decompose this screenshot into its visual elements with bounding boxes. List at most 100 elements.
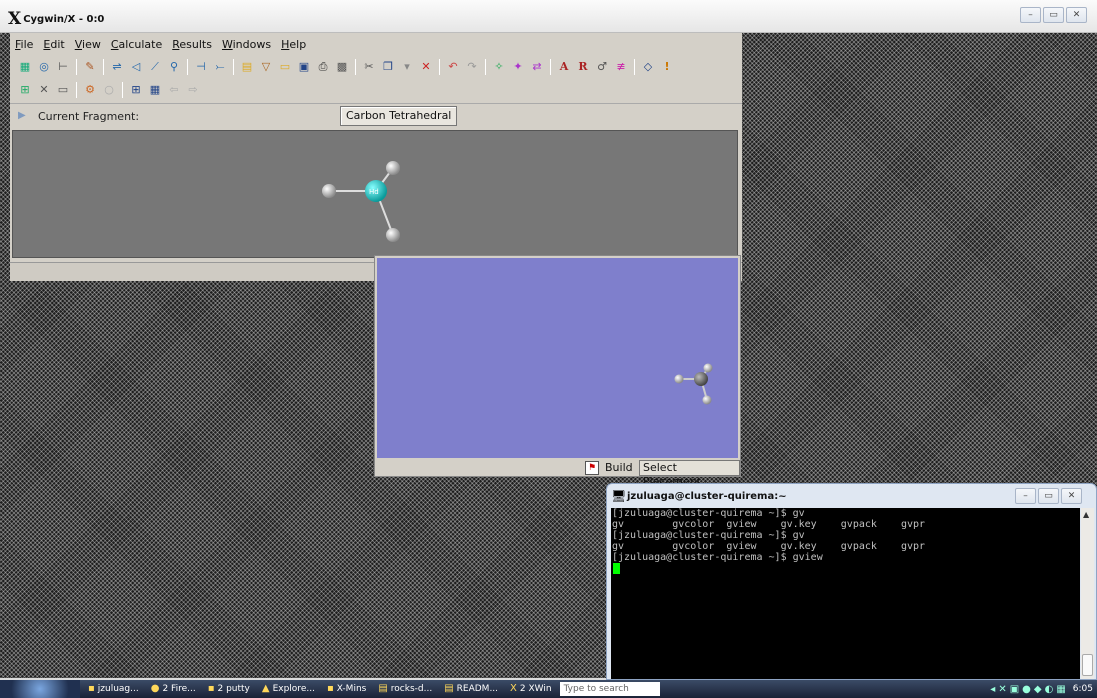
menu-windows[interactable]: Windows — [217, 36, 276, 54]
taskbar-item[interactable]: ▪ 2 putty — [204, 681, 254, 697]
taskbar-item[interactable]: ▤ rocks-d... — [374, 681, 436, 697]
window-icon[interactable]: ▭ — [54, 81, 72, 99]
taskbar-item[interactable]: ▪ jzuluag... — [84, 681, 143, 697]
r-labels-icon[interactable]: R — [574, 58, 592, 76]
separator — [187, 58, 188, 75]
expand-arrow-icon[interactable]: ▶ — [18, 110, 26, 121]
maximize-button[interactable]: ▭ — [1038, 488, 1059, 504]
modify-atom-icon[interactable]: ✎ — [81, 58, 99, 76]
copy-icon[interactable]: ❐ — [379, 58, 397, 76]
minimize-button[interactable]: – — [1015, 488, 1036, 504]
placement-icon[interactable]: ⚑ — [585, 461, 599, 475]
open-folder-icon[interactable]: ▭ — [276, 58, 294, 76]
tray-icon[interactable]: ▣ — [1010, 684, 1019, 695]
angle-icon[interactable]: ◁ — [127, 58, 145, 76]
table-icon[interactable]: ▦ — [146, 81, 164, 99]
maximize-button[interactable]: ▭ — [1043, 7, 1064, 23]
current-fragment-button[interactable]: Carbon Tetrahedral — [340, 106, 458, 126]
menu-view[interactable]: View — [70, 36, 106, 54]
taskbar-item[interactable]: ● 2 Fire... — [147, 681, 200, 697]
hydrogen-atom — [702, 395, 712, 405]
fragment-preview-canvas[interactable]: Hd — [12, 130, 738, 258]
close-button[interactable]: ✕ — [1066, 7, 1087, 23]
view-status-bar: ⚑ Build Select Placement — [375, 460, 740, 488]
crossed-icon[interactable]: ✕ — [35, 81, 53, 99]
putty-window-controls: – ▭ ✕ — [1015, 488, 1082, 504]
menu-file[interactable]: File — [10, 36, 38, 54]
inquire-icon[interactable]: ⚲ — [165, 58, 183, 76]
search-input[interactable]: Type to search — [559, 682, 660, 696]
delete-icon[interactable]: ✕ — [417, 58, 435, 76]
save-image-icon[interactable]: ▩ — [333, 58, 351, 76]
tray-icon[interactable]: ● — [1022, 684, 1031, 695]
bonds-display-icon[interactable]: ♂ — [593, 58, 611, 76]
toolbar-secondary: ⊞ ✕ ▭ ⚙ ○ ⊞ ▦ ⇦ ⇨ — [16, 79, 202, 100]
labels-icon[interactable]: A — [555, 58, 573, 76]
menu-results[interactable]: Results — [167, 36, 217, 54]
scroll-thumb[interactable] — [1082, 654, 1093, 676]
redo-icon[interactable]: ↷ — [463, 58, 481, 76]
add-valence-icon[interactable]: ⊣ — [192, 58, 210, 76]
separator — [76, 58, 77, 75]
tray-icon[interactable]: ◂ — [990, 684, 995, 695]
select-placement-button[interactable]: Select Placement — [639, 460, 740, 488]
xwin-icon: ▪ — [326, 683, 334, 694]
symmetrize-icon[interactable]: ✦ — [509, 58, 527, 76]
model-view-canvas[interactable] — [377, 258, 738, 458]
firefox-icon: ● — [150, 683, 160, 694]
tray-icon[interactable]: ✕ — [998, 684, 1006, 695]
rebond-icon[interactable]: ⇄ — [528, 58, 546, 76]
delete-atom-icon[interactable]: ⤚ — [211, 58, 229, 76]
bond-icon[interactable]: ⇌ — [108, 58, 126, 76]
tray-icon[interactable]: ◆ — [1034, 684, 1042, 695]
add-fragment-icon[interactable]: ⊞ — [16, 81, 34, 99]
dihedral-icon[interactable]: ⟋ — [146, 58, 164, 76]
disabled-icon[interactable]: ○ — [100, 81, 118, 99]
taskbar-item[interactable]: ▪ X-Mins — [323, 681, 370, 697]
edit-fragment-icon[interactable]: ⚙ — [81, 81, 99, 99]
forward-icon[interactable]: ⇨ — [184, 81, 202, 99]
scroll-up-icon[interactable]: ▲ — [1083, 510, 1089, 519]
minimize-button[interactable]: – — [1020, 7, 1041, 23]
taskbar: ▪ jzuluag... ● 2 Fire... ▪ 2 putty ▲ Explore… — [0, 680, 1097, 698]
undo-icon[interactable]: ↶ — [444, 58, 462, 76]
cygwin-titlebar: X Cygwin/X - 0:0 – ▭ ✕ — [0, 0, 1097, 33]
element-icon[interactable]: ▦ — [16, 58, 34, 76]
exclamation-icon[interactable]: ! — [658, 58, 676, 76]
save-icon[interactable]: ▣ — [295, 58, 313, 76]
putty-window: 🖥 jzuluaga@cluster-quirema:~ – ▭ ✕ [jzul… — [606, 483, 1097, 680]
carbon-atom[interactable] — [694, 372, 708, 386]
menu-calculate[interactable]: Calculate — [106, 36, 167, 54]
taskbar-item[interactable]: ▤ READM... — [440, 681, 502, 697]
diamond-icon[interactable]: ◇ — [639, 58, 657, 76]
filter-icon[interactable]: ▽ — [257, 58, 275, 76]
terminal-scrollbar[interactable]: ▲ — [1081, 508, 1094, 679]
close-button[interactable]: ✕ — [1061, 488, 1082, 504]
r-group-icon[interactable]: ⊢ — [54, 58, 72, 76]
tray-icon[interactable]: ◐ — [1045, 684, 1054, 695]
document-icon: ▤ — [378, 683, 388, 694]
color-icon[interactable]: ≢ — [612, 58, 630, 76]
cygwin-window-controls: – ▭ ✕ — [1020, 7, 1087, 23]
tray-icon[interactable]: ▦ — [1056, 684, 1065, 695]
clean-icon[interactable]: ✧ — [490, 58, 508, 76]
taskbar-item[interactable]: ▲ Explore... — [258, 681, 319, 697]
ring-icon[interactable]: ◎ — [35, 58, 53, 76]
back-icon[interactable]: ⇦ — [165, 81, 183, 99]
terminal-output[interactable]: [jzuluaga@cluster-quirema ~]$ gv gv gvco… — [611, 508, 1080, 679]
taskbar-item[interactable]: X2 XWin — [506, 681, 556, 697]
menu-help[interactable]: Help — [276, 36, 311, 54]
separator — [439, 58, 440, 75]
print-icon[interactable]: ⎙ — [314, 58, 332, 76]
cut-icon[interactable]: ✂ — [360, 58, 378, 76]
start-button[interactable] — [0, 680, 80, 698]
grid-icon[interactable]: ⊞ — [127, 81, 145, 99]
paste-icon[interactable]: ▾ — [398, 58, 416, 76]
document-icon: ▤ — [444, 683, 454, 694]
terminal-line: gv gvcolor gview gv.key gvpack gvpr — [612, 519, 926, 530]
separator — [76, 81, 77, 98]
separator — [550, 58, 551, 75]
model-view-window: ⚑ Build Select Placement — [374, 255, 741, 488]
new-icon[interactable]: ▤ — [238, 58, 256, 76]
menu-edit[interactable]: Edit — [38, 36, 69, 54]
